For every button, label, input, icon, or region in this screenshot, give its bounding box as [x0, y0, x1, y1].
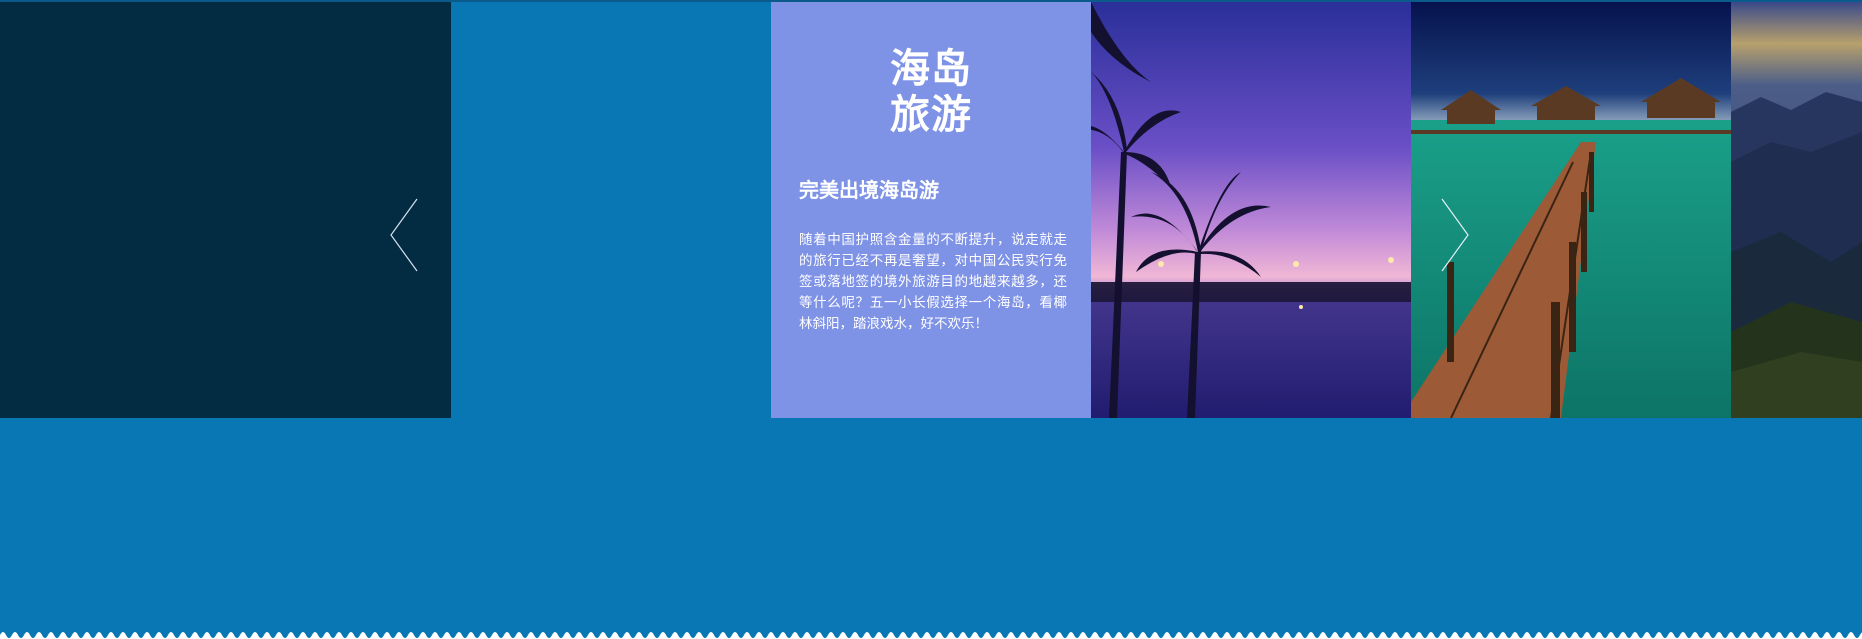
next-button[interactable] [1440, 198, 1470, 272]
card-title-line2: 旅游 [890, 92, 972, 138]
card-title-line1: 海岛 [890, 46, 972, 92]
card-title: 海岛 旅游 [771, 46, 1091, 138]
chevron-right-icon [1441, 198, 1469, 272]
slide-blue-panel [451, 2, 771, 418]
card-subtitle: 完美出境海岛游 [799, 178, 939, 202]
slide-image-mountain[interactable] [1731, 2, 1862, 418]
slide-text-card[interactable]: 海岛 旅游 完美出境海岛游 随着中国护照含金量的不断提升，说走就走的旅行已经不再… [771, 2, 1091, 418]
prev-button[interactable] [389, 198, 419, 272]
slide-image-sunset[interactable] [1091, 2, 1411, 418]
wave-divider [0, 629, 1862, 639]
sunset-palm-image [1091, 2, 1411, 418]
image-slider: 海岛 旅游 完美出境海岛游 随着中国护照含金量的不断提升，说走就走的旅行已经不再… [0, 2, 1862, 418]
mountain-image [1731, 2, 1862, 418]
card-description: 随着中国护照含金量的不断提升，说走就走的旅行已经不再是奢望，对中国公民实行免签或… [799, 232, 1067, 332]
slide-dark-panel [0, 2, 451, 418]
chevron-left-icon [390, 198, 418, 272]
